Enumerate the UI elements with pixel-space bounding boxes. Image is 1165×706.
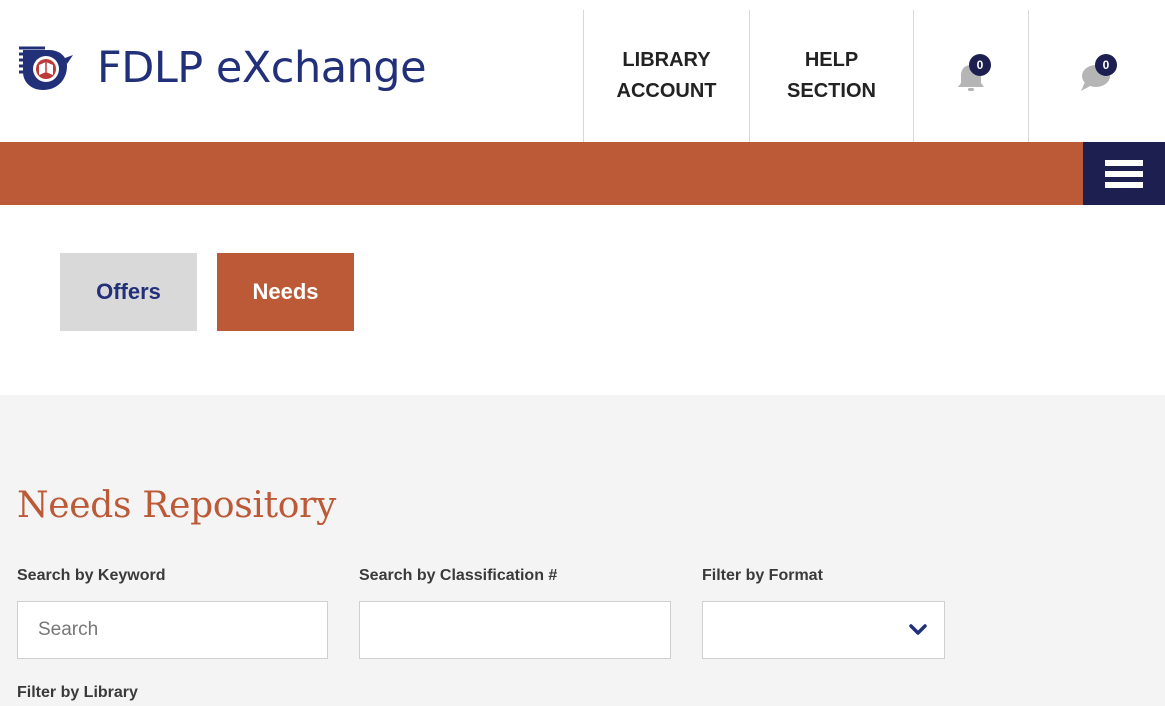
help-section-link[interactable]: HELP SECTION — [787, 45, 876, 107]
fdlp-eagle-logo-icon[interactable] — [15, 38, 75, 98]
library-label: Filter by Library — [17, 684, 138, 701]
site-brand-title[interactable]: FDLP eXchange — [97, 40, 427, 96]
primary-nav-bar — [0, 142, 1165, 205]
nav-messages[interactable]: 0 — [1028, 10, 1165, 142]
format-label: Filter by Format — [702, 567, 823, 584]
tab-offers[interactable]: Offers — [60, 253, 197, 331]
keyword-search-input[interactable] — [18, 602, 327, 658]
needs-repository-panel: Needs Repository Search by Keyword Searc… — [0, 395, 1165, 706]
keyword-search-field[interactable] — [17, 601, 328, 659]
site-header: FDLP eXchange LIBRARY ACCOUNT HELP SECTI… — [0, 0, 1165, 142]
notifications-count-badge: 0 — [969, 54, 991, 76]
messages-count-badge: 0 — [1095, 54, 1117, 76]
classification-label: Search by Classification # — [359, 567, 558, 584]
classification-search-field[interactable] — [359, 601, 671, 659]
nav-notifications[interactable]: 0 — [913, 10, 1028, 142]
library-account-link[interactable]: LIBRARY ACCOUNT — [617, 45, 717, 107]
keyword-label: Search by Keyword — [17, 567, 166, 584]
nav-library-account[interactable]: LIBRARY ACCOUNT — [583, 10, 749, 142]
page-title: Needs Repository — [17, 485, 337, 526]
chevron-down-icon — [909, 624, 927, 635]
classification-search-input[interactable] — [360, 602, 670, 658]
format-select[interactable] — [702, 601, 945, 659]
tab-needs[interactable]: Needs — [217, 253, 354, 331]
nav-help-section[interactable]: HELP SECTION — [749, 10, 913, 142]
hamburger-menu-icon[interactable] — [1083, 142, 1165, 205]
